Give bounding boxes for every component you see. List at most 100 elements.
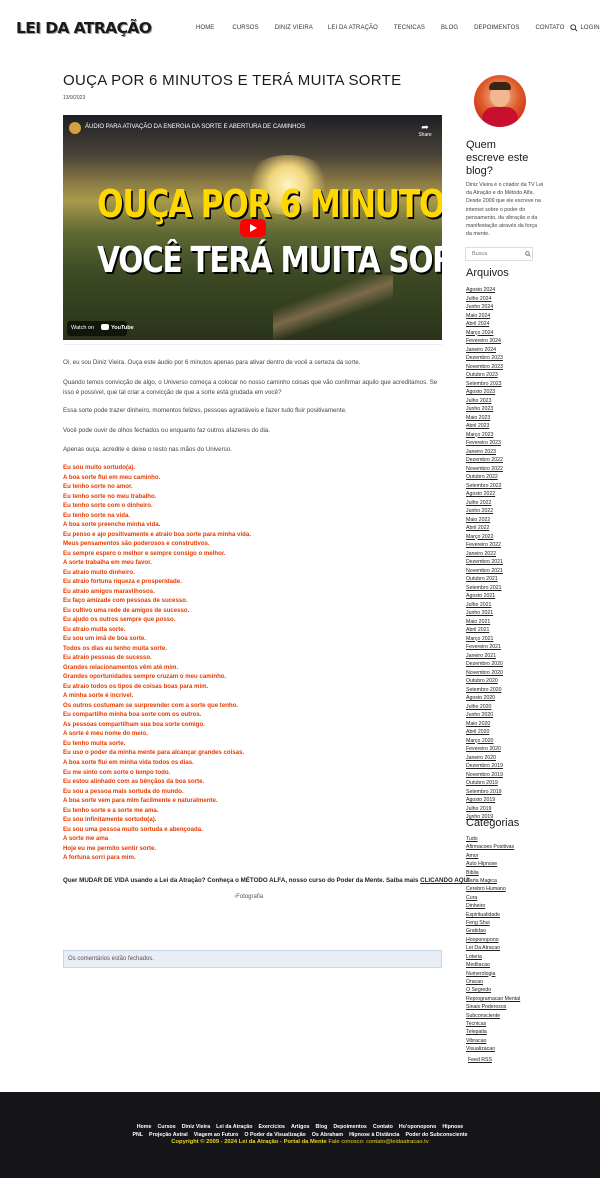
archive-link[interactable]: Março 2020 [466,737,503,746]
archive-link[interactable]: Setembro 2023 [466,380,503,389]
archive-link[interactable]: Outubro 2021 [466,575,503,584]
category-link[interactable]: Lei Da Atracao [466,944,520,952]
footer-link[interactable]: O Poder da Visualização [244,1132,305,1138]
archive-link[interactable]: Novembro 2021 [466,567,503,576]
archive-link[interactable]: Outubro 2019 [466,779,503,788]
archive-link[interactable]: Novembro 2020 [466,669,503,678]
archive-link[interactable]: Maio 2020 [466,720,503,729]
channel-avatar[interactable] [69,122,81,134]
archive-link[interactable]: Dezembro 2021 [466,558,503,567]
watch-on-youtube-button[interactable]: Watch on YouTube [67,321,134,336]
archive-link[interactable]: Outubro 2023 [466,371,503,380]
nav-login[interactable]: Login [581,25,600,31]
category-link[interactable]: Meditacao [466,961,520,969]
video-title[interactable]: ÁUDIO PARA ATIVAÇÃO DA ENERGIA DA SORTE … [85,124,305,130]
youtube-video-embed[interactable]: ÁUDIO PARA ATIVAÇÃO DA ENERGIA DA SORTE … [63,115,442,340]
archive-link[interactable]: Novembro 2022 [466,465,503,474]
category-link[interactable]: Oracao [466,978,520,986]
category-link[interactable]: Visualizacao [466,1045,520,1053]
archive-link[interactable]: Novembro 2019 [466,771,503,780]
archive-link[interactable]: Novembro 2023 [466,363,503,372]
archive-link[interactable]: Junho 2021 [466,609,503,618]
archive-link[interactable]: Agosto 2019 [466,796,503,805]
nav-diniz-vieira[interactable]: Diniz Vieira [275,25,313,31]
nav-home[interactable]: Home [196,25,214,31]
archive-link[interactable]: Agosto 2023 [466,388,503,397]
video-share-button[interactable]: ➦ Share [415,123,435,139]
category-link[interactable]: Tudo [466,835,520,843]
archive-link[interactable]: Abril 2022 [466,524,503,533]
archive-link[interactable]: Setembro 2019 [466,788,503,797]
archive-link[interactable]: Abril 2020 [466,728,503,737]
footer-link[interactable]: Os Abraham [312,1132,343,1138]
category-link[interactable]: Cerebro Humano [466,885,520,893]
archive-link[interactable]: Março 2024 [466,329,503,338]
archive-link[interactable]: Julho 2022 [466,499,503,508]
footer-link[interactable]: Hipnose à Distância [349,1132,399,1138]
archive-link[interactable]: Maio 2021 [466,618,503,627]
archive-link[interactable]: Maio 2022 [466,516,503,525]
archive-link[interactable]: Dezembro 2022 [466,456,503,465]
archive-link[interactable]: Abril 2021 [466,626,503,635]
category-link[interactable]: Numerologia [466,970,520,978]
archive-link[interactable]: Julho 2024 [466,295,503,304]
category-link[interactable]: Dinheiro [466,902,520,910]
category-link[interactable]: Cura [466,894,520,902]
footer-link[interactable]: Projeção Astral [149,1132,188,1138]
archive-link[interactable]: Dezembro 2023 [466,354,503,363]
feed-rss-link[interactable]: Feed RSS [468,1057,492,1063]
archive-link[interactable]: Fevereiro 2023 [466,439,503,448]
category-link[interactable]: O Segredo [466,986,520,994]
archive-link[interactable]: Abril 2024 [466,320,503,329]
archive-link[interactable]: Agosto 2024 [466,286,503,295]
archive-link[interactable]: Agosto 2020 [466,694,503,703]
category-link[interactable]: Subconsciente [466,1012,520,1020]
contact-text[interactable]: Fale conosco: contato@leidaatracao.tv [327,1139,428,1145]
archive-link[interactable]: Dezembro 2020 [466,660,503,669]
nav-blog[interactable]: Blog [441,25,458,31]
archive-link[interactable]: Fevereiro 2022 [466,541,503,550]
archive-link[interactable]: Outubro 2022 [466,473,503,482]
footer-link[interactable]: Viagem ao Futuro [194,1132,239,1138]
archive-link[interactable]: Junho 2022 [466,507,503,516]
nav-lei-da-atracao[interactable]: Lei da Atração [328,25,378,31]
cta-link[interactable]: CLICANDO AQUI [420,877,470,884]
category-link[interactable]: Gratidao [466,927,520,935]
archive-link[interactable]: Março 2022 [466,533,503,542]
category-link[interactable]: Tecnicas [466,1020,520,1028]
archive-link[interactable]: Janeiro 2024 [466,346,503,355]
category-link[interactable]: Telepatia [466,1028,520,1036]
category-link[interactable]: Auto Hipnose [466,860,520,868]
category-link[interactable]: Biblia [466,869,520,877]
category-link[interactable]: Espiritualidade [466,911,520,919]
search-icon[interactable] [525,251,531,257]
archive-link[interactable]: Fevereiro 2021 [466,643,503,652]
archive-link[interactable]: Março 2023 [466,431,503,440]
archive-link[interactable]: Julho 2019 [466,805,503,814]
archive-link[interactable]: Janeiro 2023 [466,448,503,457]
archive-link[interactable]: Fevereiro 2020 [466,745,503,754]
category-link[interactable]: Vibracao [466,1037,520,1045]
archive-link[interactable]: Setembro 2022 [466,482,503,491]
nav-tecnicas[interactable]: Tecnicas [394,25,425,31]
archive-link[interactable]: Junho 2020 [466,711,503,720]
sidebar-search-input[interactable] [466,248,521,260]
archive-link[interactable]: Agosto 2022 [466,490,503,499]
archive-link[interactable]: Julho 2020 [466,703,503,712]
archive-link[interactable]: Janeiro 2022 [466,550,503,559]
archive-link[interactable]: Maio 2024 [466,312,503,321]
nav-cursos[interactable]: Cursos [232,25,258,31]
archive-link[interactable]: Julho 2021 [466,601,503,610]
category-link[interactable]: Hooponopono [466,936,520,944]
category-link[interactable]: Sinais Poderosos [466,1003,520,1011]
archive-link[interactable]: Junho 2023 [466,405,503,414]
archive-link[interactable]: Setembro 2020 [466,686,503,695]
archive-link[interactable]: Fevereiro 2024 [466,337,503,346]
archive-link[interactable]: Janeiro 2020 [466,754,503,763]
youtube-play-icon[interactable] [240,219,266,237]
archive-link[interactable]: Abril 2023 [466,422,503,431]
footer-link[interactable]: Poder do Subconsciente [405,1132,467,1138]
archive-link[interactable]: Março 2021 [466,635,503,644]
archive-link[interactable]: Janeiro 2021 [466,652,503,661]
category-link[interactable]: Afirmacoes Positivas [466,843,520,851]
